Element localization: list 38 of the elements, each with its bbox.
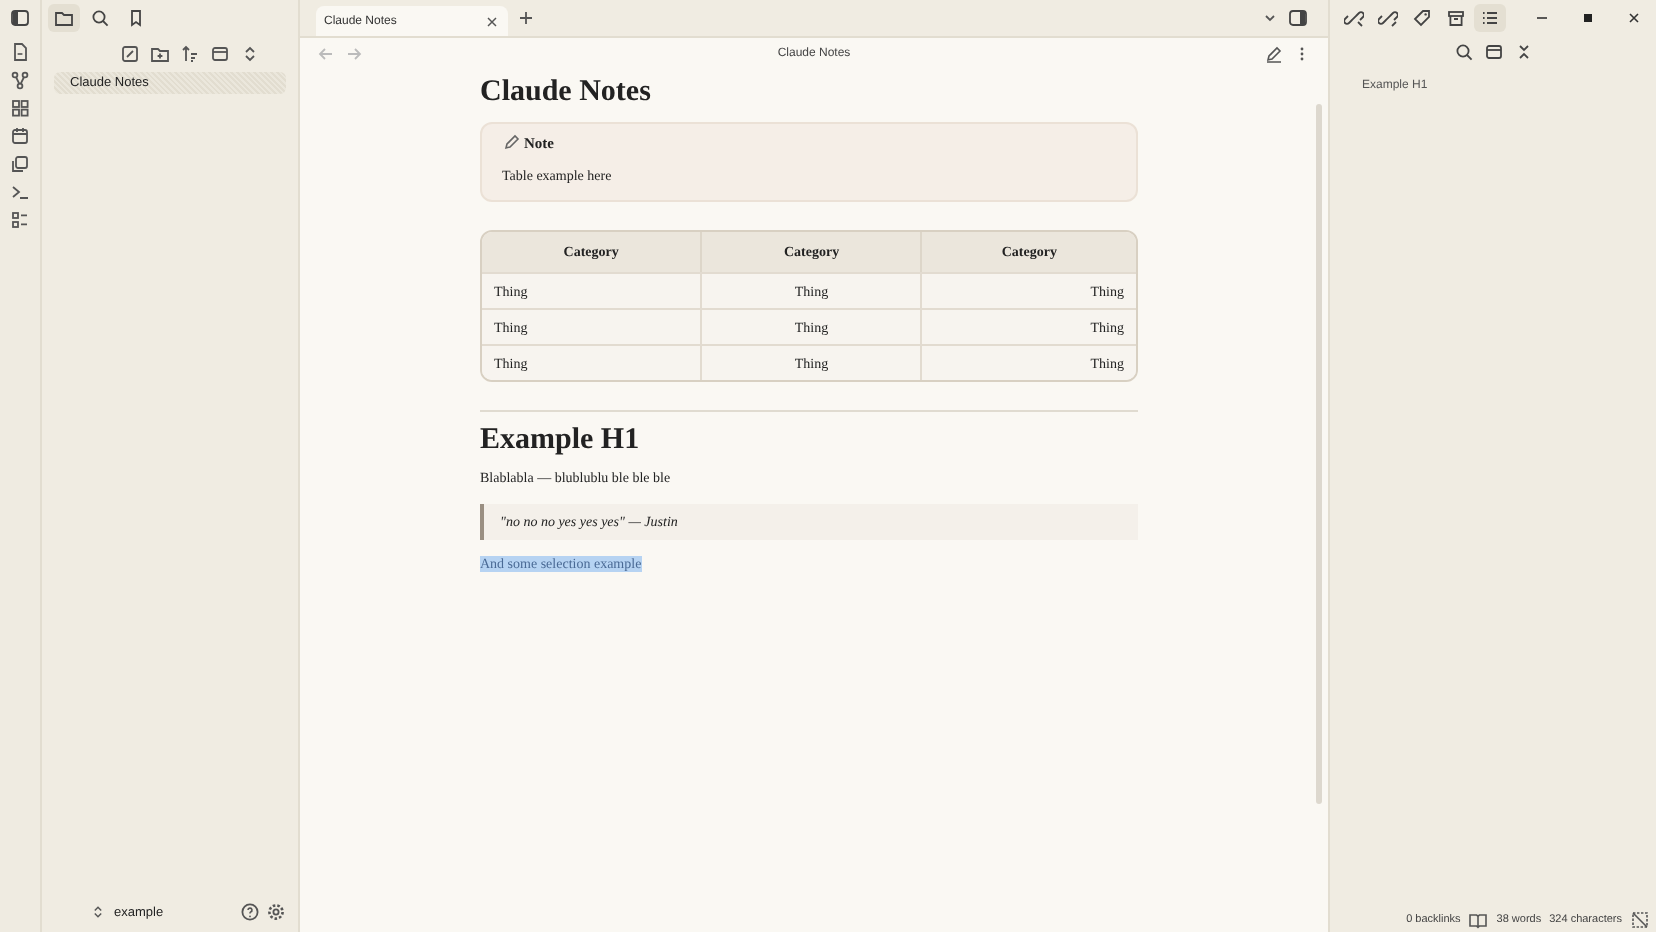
copy-icon[interactable]	[10, 154, 30, 174]
maximize-icon[interactable]	[1578, 8, 1598, 28]
close-icon[interactable]	[484, 13, 500, 29]
list-icon	[1480, 8, 1500, 28]
scrollbar[interactable]	[1316, 104, 1322, 804]
close-icon[interactable]	[1624, 8, 1644, 28]
search-icon[interactable]	[1453, 42, 1473, 62]
sidebar-toggle-icon[interactable]	[1288, 8, 1308, 28]
new-tab-icon[interactable]	[516, 8, 536, 28]
folder-icon	[54, 8, 74, 28]
pencil-icon[interactable]	[1264, 43, 1284, 63]
new-folder-icon[interactable]	[150, 44, 170, 64]
help-icon[interactable]	[240, 902, 260, 922]
heading: Example H1	[480, 424, 642, 458]
book-icon[interactable]	[1468, 910, 1489, 930]
files-tab[interactable]	[48, 4, 80, 32]
collapse-all-icon[interactable]	[1513, 42, 1533, 62]
graph-icon[interactable]	[10, 70, 30, 90]
terminal-icon[interactable]	[10, 182, 30, 202]
sort-icon[interactable]	[180, 44, 200, 64]
grid-icon[interactable]	[10, 98, 30, 118]
list-icon[interactable]	[10, 210, 30, 230]
search-icon	[90, 8, 110, 28]
expand-icon[interactable]	[240, 44, 260, 64]
bookmark-icon	[126, 8, 146, 28]
archive-icon	[1446, 8, 1466, 28]
new-note-icon[interactable]	[120, 44, 140, 64]
chevrons-icon	[90, 904, 106, 920]
note-title: Claude Notes	[480, 76, 653, 110]
link-icon	[1378, 8, 1398, 28]
link-icon	[1344, 8, 1364, 28]
sidebar-toggle-icon[interactable]	[10, 8, 30, 28]
tag-icon	[1412, 8, 1432, 28]
pencil-icon	[502, 132, 522, 152]
calendar-icon[interactable]	[10, 126, 30, 146]
settings-icon[interactable]	[266, 902, 286, 922]
outline-tab[interactable]	[1474, 4, 1506, 32]
file-icon[interactable]	[10, 42, 30, 62]
